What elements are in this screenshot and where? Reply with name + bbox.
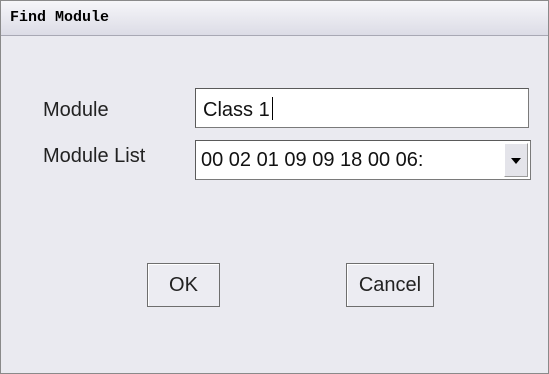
find-module-dialog: Find Module Module Class 1 Module List 0… — [0, 0, 549, 374]
module-label: Module — [43, 99, 109, 121]
text-caret — [271, 97, 273, 120]
module-input[interactable]: Class 1 — [195, 88, 529, 128]
module-list-select[interactable]: 00 02 01 09 09 18 00 06: — [195, 140, 531, 180]
chevron-down-icon — [511, 158, 521, 164]
module-list-selected-value: 00 02 01 09 09 18 00 06: — [201, 149, 424, 171]
module-list-label: Module List — [43, 145, 146, 167]
title-bar[interactable]: Find Module — [1, 1, 548, 36]
dropdown-button[interactable] — [504, 143, 528, 177]
window-title: Find Module — [10, 9, 110, 26]
cancel-button[interactable]: Cancel — [346, 263, 434, 307]
module-input-value: Class 1 — [203, 97, 273, 122]
ok-button[interactable]: OK — [147, 263, 220, 307]
module-input-text: Class 1 — [203, 99, 270, 121]
